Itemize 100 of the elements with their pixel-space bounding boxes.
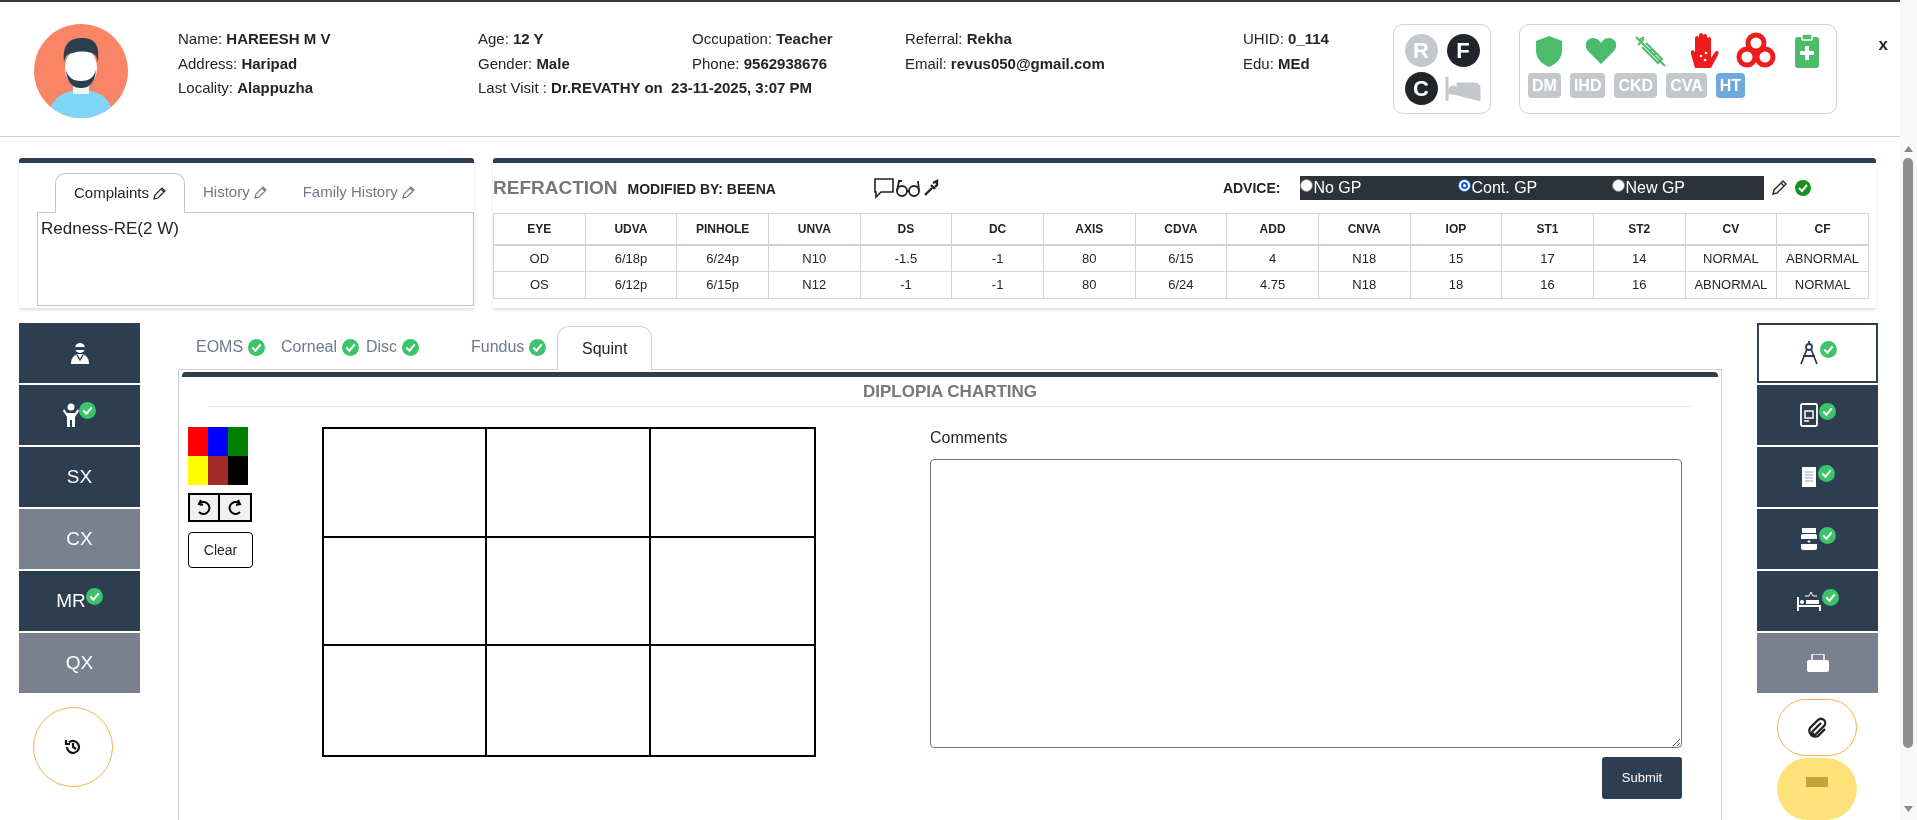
dropper-icon[interactable] xyxy=(922,179,939,197)
advice-radio[interactable]: Cont. GP xyxy=(1458,176,1613,200)
table-cell: N18 xyxy=(1318,271,1411,299)
check-icon xyxy=(248,338,266,356)
edit-icon[interactable] xyxy=(1770,179,1789,197)
column-header: ADD xyxy=(1226,213,1319,245)
table-cell: -1 xyxy=(860,271,952,299)
clear-button[interactable]: Clear xyxy=(188,532,253,568)
exam-tab[interactable]: Corneal xyxy=(281,325,366,369)
scroll-down-icon[interactable] xyxy=(1904,806,1913,812)
refraction-title: REFRACTION xyxy=(493,175,618,200)
sidebar-button[interactable] xyxy=(1757,509,1878,569)
sidebar-button[interactable]: SX xyxy=(19,447,140,507)
color-swatch[interactable] xyxy=(208,427,228,456)
undo-icon xyxy=(195,498,213,517)
patient-field: Name: HAREESH M V xyxy=(178,27,331,52)
table-cell: N12 xyxy=(768,271,861,299)
history-tab[interactable]: Family History xyxy=(284,172,433,212)
exam-tab[interactable]: Squint xyxy=(557,326,653,370)
table-cell: 4.75 xyxy=(1226,271,1319,299)
sidebar-button[interactable] xyxy=(1757,447,1878,507)
condition-badge[interactable]: HT xyxy=(1715,73,1746,98)
sidebar-button[interactable] xyxy=(1757,323,1878,383)
column-header: CNVA xyxy=(1318,213,1411,245)
column-header: ST1 xyxy=(1501,213,1594,245)
bed-icon xyxy=(1796,591,1821,611)
color-swatch[interactable] xyxy=(208,456,228,485)
sidebar-button[interactable] xyxy=(1757,385,1878,445)
check-icon xyxy=(1819,340,1837,358)
color-swatch[interactable] xyxy=(188,456,208,485)
history-tab[interactable]: History xyxy=(185,172,285,212)
column-header: ST2 xyxy=(1593,213,1686,245)
color-swatch[interactable] xyxy=(188,427,208,456)
patient-field: Last Visit : Dr.REVATHY on 23-11-2025, 3:07 PM xyxy=(478,76,813,101)
paperclip-icon xyxy=(1806,716,1828,739)
check-icon xyxy=(1818,526,1836,544)
table-cell: 6/15 xyxy=(1135,244,1227,272)
patient-field: Locality: Alappuzha xyxy=(178,76,314,101)
patient-field: Email: revus050@gmail.com xyxy=(905,51,1105,76)
sidebar-button[interactable] xyxy=(1757,571,1878,631)
column-header: EYE xyxy=(493,213,586,245)
column-header: UDVA xyxy=(585,213,677,245)
redo-icon xyxy=(226,498,244,517)
table-cell: OD xyxy=(493,244,586,272)
patient-field: Age: 12 Y xyxy=(478,27,544,52)
table-cell: 16 xyxy=(1593,271,1686,299)
table-cell: 6/15p xyxy=(676,271,769,299)
history-tab[interactable]: Complaints xyxy=(55,173,186,213)
diplopia-grid[interactable] xyxy=(322,427,816,757)
sidebar-button[interactable]: MR xyxy=(19,571,140,631)
close-button[interactable]: x xyxy=(1878,32,1888,58)
patient-field: Edu: MEd xyxy=(1243,51,1310,76)
undo-button[interactable] xyxy=(188,493,220,522)
redo-button[interactable] xyxy=(220,493,252,522)
printer-icon xyxy=(1806,654,1829,672)
advice-radio[interactable]: New GP xyxy=(1612,176,1763,200)
table-cell: NORMAL xyxy=(1776,271,1869,299)
color-swatch[interactable] xyxy=(228,456,248,485)
flag-badge[interactable]: C xyxy=(1404,71,1438,105)
exam-tab[interactable]: EOMS xyxy=(196,325,281,369)
column-header: PINHOLE xyxy=(676,213,769,245)
table-cell: 80 xyxy=(1043,244,1136,272)
table-cell: 6/24 xyxy=(1135,271,1227,299)
table-cell: 18 xyxy=(1410,271,1502,299)
comments-field[interactable] xyxy=(930,459,1682,748)
table-cell: NORMAL xyxy=(1685,244,1777,272)
flag-badge[interactable]: F xyxy=(1446,33,1480,67)
submit-button[interactable]: Submit xyxy=(1602,757,1682,799)
glasses-icon[interactable] xyxy=(895,178,922,198)
patient-field: Referral: Rekha xyxy=(905,27,1012,52)
radio-circle[interactable] xyxy=(1458,179,1472,192)
pencil-icon xyxy=(401,186,415,200)
compass-icon xyxy=(1798,341,1819,365)
scrollbar[interactable] xyxy=(1900,0,1917,820)
patient-field: Occupation: Teacher xyxy=(692,27,833,52)
clipboard-icon[interactable] xyxy=(1793,32,1822,70)
scroll-up-icon[interactable] xyxy=(1904,146,1913,152)
check-icon xyxy=(529,338,547,356)
complaints-text[interactable]: Redness-RE(2 W) xyxy=(37,213,474,306)
diplopia-title: DIPLOPIA CHARTING xyxy=(862,380,1038,403)
patient-field: Phone: 9562938676 xyxy=(692,51,828,76)
sidebar-button[interactable] xyxy=(19,385,140,445)
modified-by-text: MODIFIED BY: BEENA xyxy=(627,180,776,199)
table-cell: OS xyxy=(493,271,586,299)
color-swatch[interactable] xyxy=(228,427,248,456)
sidebar-button[interactable] xyxy=(19,323,140,383)
column-header: DS xyxy=(860,213,952,245)
exam-tab[interactable]: Fundus xyxy=(471,325,557,369)
table-cell: 6/18p xyxy=(585,244,677,272)
pencil-icon xyxy=(153,187,167,201)
person-icon xyxy=(63,403,79,427)
advice-radio[interactable]: No GP xyxy=(1300,176,1459,200)
check-icon xyxy=(1795,180,1812,196)
check-icon xyxy=(79,401,96,419)
comment-icon[interactable] xyxy=(872,177,895,199)
exam-tab[interactable]: Disc xyxy=(366,325,471,369)
patient-field: Address: Haripad xyxy=(178,51,298,76)
history-icon xyxy=(64,738,82,756)
table-cell: 17 xyxy=(1501,244,1594,272)
check-icon xyxy=(1821,588,1839,606)
